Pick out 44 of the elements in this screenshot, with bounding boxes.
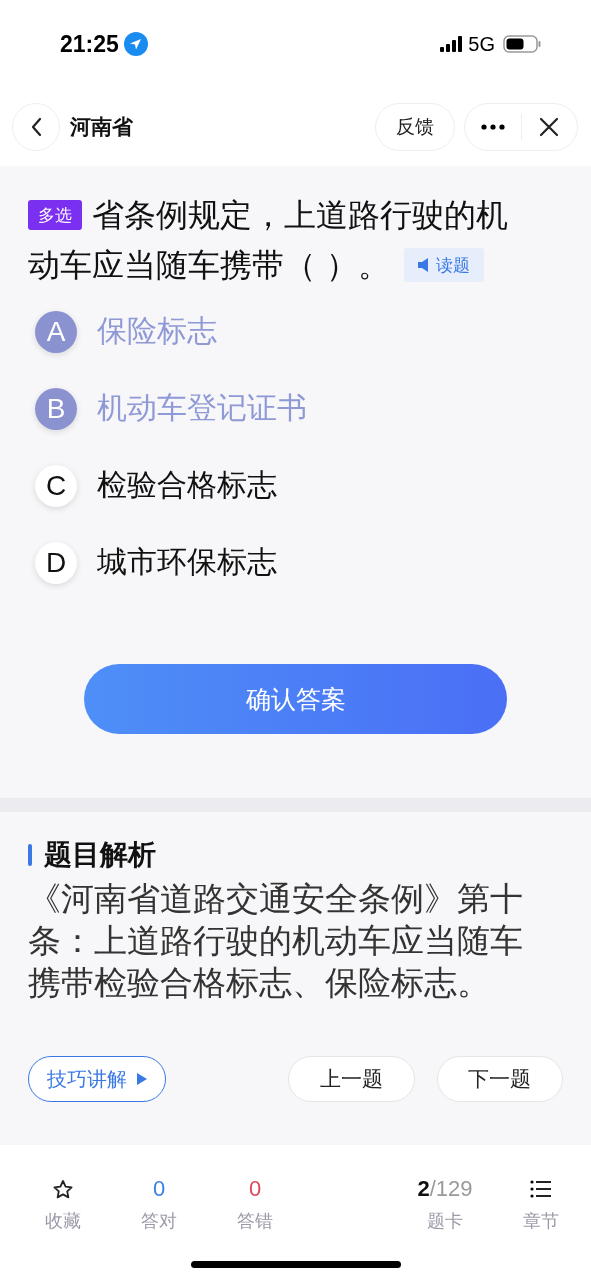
tab-bar-item[interactable]: 0 答对	[111, 1175, 207, 1233]
play-icon	[137, 1073, 147, 1085]
signal-icon	[440, 36, 463, 52]
tab-bar-item[interactable]: 章节	[493, 1175, 589, 1233]
tab-label: 章节	[523, 1209, 559, 1233]
question-text: 动车应当随车携带（ ）。	[28, 245, 391, 286]
question-text: 省条例规定，上道路行驶的机	[92, 195, 508, 236]
answer-option[interactable]: C 检验合格标志	[35, 464, 557, 507]
back-icon	[30, 117, 42, 137]
speaker-icon	[418, 258, 429, 272]
more-icon	[480, 124, 505, 130]
back-button[interactable]	[12, 103, 60, 151]
battery-icon	[503, 35, 541, 53]
star-icon	[52, 1178, 74, 1200]
answer-option[interactable]: A 保险标志	[35, 310, 557, 353]
question-type-badge: 多选	[28, 200, 82, 230]
tab-label: 答对	[141, 1209, 177, 1233]
tab-bar-item[interactable]: 收藏	[15, 1175, 111, 1233]
next-question-button[interactable]: 下一题	[436, 1056, 563, 1102]
tab-label: 题卡	[427, 1209, 463, 1233]
option-letter: D	[35, 541, 77, 584]
clock-time: 21:25	[60, 30, 119, 58]
page-title: 河南省	[70, 114, 134, 141]
list-icon	[530, 1179, 552, 1199]
close-icon	[539, 117, 560, 137]
tab-bar-item[interactable]: 0 答错	[207, 1175, 303, 1233]
option-letter: C	[35, 464, 77, 507]
count-value: 0	[152, 1176, 166, 1202]
tab-label: 收藏	[45, 1209, 81, 1233]
answer-option[interactable]: B 机动车登记证书	[35, 387, 557, 430]
option-letter: B	[35, 387, 77, 430]
read-aloud-button[interactable]: 读题	[404, 248, 485, 282]
explanation-text: 《河南省道路交通安全条例》第十条：上道路行驶的机动车应当随车携带检验合格标志、保险标志。	[28, 878, 524, 1004]
tab-label: 答错	[237, 1209, 273, 1233]
option-letter: A	[35, 310, 77, 353]
tips-video-button[interactable]: 技巧讲解	[28, 1056, 166, 1102]
section-heading: 题目解析	[44, 837, 156, 873]
feedback-button[interactable]: 反馈	[375, 103, 455, 151]
confirm-answer-button[interactable]: 确认答案	[84, 664, 507, 734]
network-type: 5G	[468, 32, 495, 56]
count-value: 0	[248, 1176, 262, 1202]
previous-question-button[interactable]: 上一题	[288, 1056, 415, 1102]
location-icon	[123, 32, 148, 56]
answer-option[interactable]: D 城市环保标志	[35, 541, 557, 584]
